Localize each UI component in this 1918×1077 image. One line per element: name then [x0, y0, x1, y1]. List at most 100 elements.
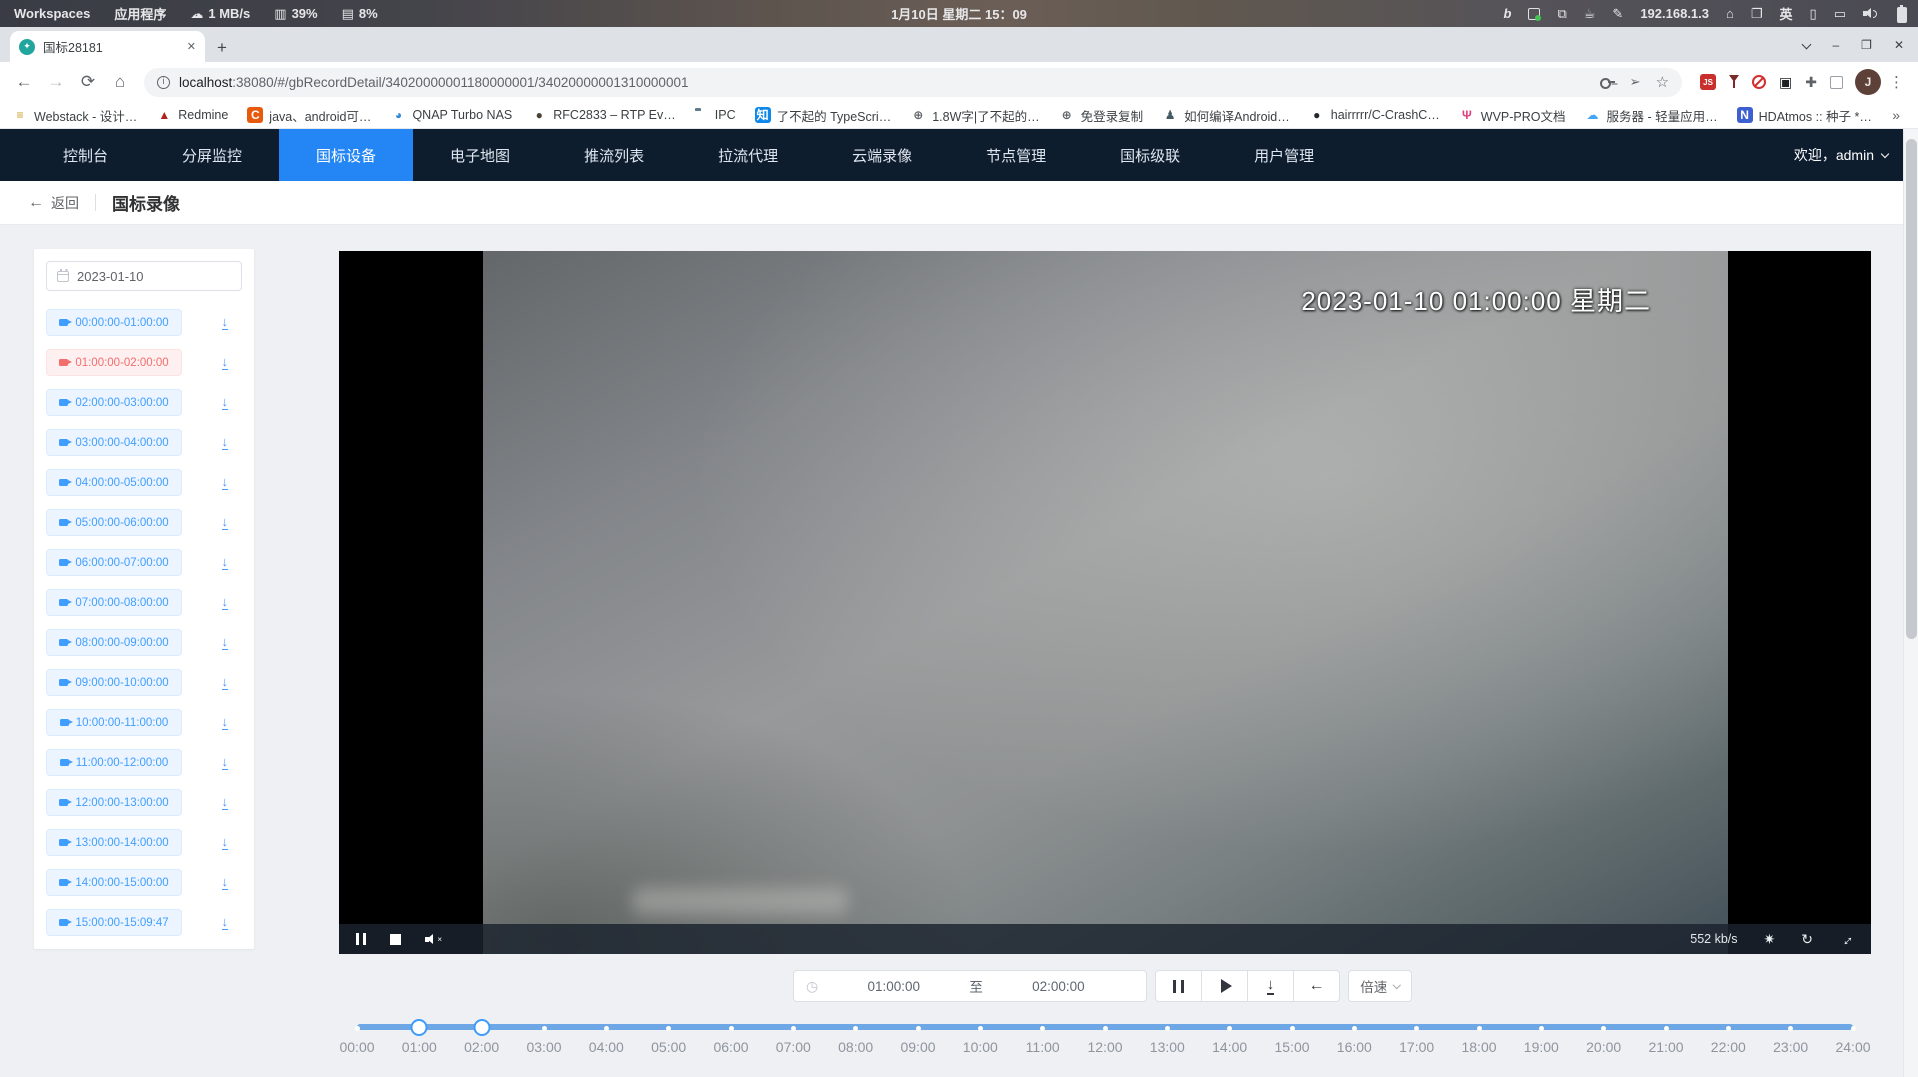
- seek-back-button[interactable]: ←: [1293, 970, 1340, 1002]
- user-welcome-menu[interactable]: 欢迎，admin: [1794, 129, 1918, 181]
- password-key-icon[interactable]: [1600, 78, 1615, 86]
- time-range-input[interactable]: ◷ 01:00:00 至 02:00:00: [793, 970, 1147, 1002]
- nav-item[interactable]: 节点管理: [949, 129, 1083, 181]
- coffee-tray-icon[interactable]: ☕: [1584, 6, 1596, 22]
- segment-download-icon[interactable]: ↓: [222, 355, 229, 370]
- video-surface[interactable]: 2023-01-10 01:00:00 星期二: [483, 251, 1728, 954]
- volume-tray-icon[interactable]: [1863, 8, 1877, 19]
- recording-segment-button[interactable]: 08:00:00-09:00:00: [46, 629, 182, 656]
- cpu-usage-indicator[interactable]: ▥ 39%: [274, 6, 317, 22]
- nav-item[interactable]: 用户管理: [1217, 129, 1351, 181]
- bookmark-item[interactable]: N HDAtmos :: 种子 *…: [1737, 106, 1872, 125]
- new-tab-button[interactable]: +: [217, 39, 227, 56]
- ip-address-indicator[interactable]: 192.168.1.3: [1640, 6, 1709, 21]
- bookmarks-overflow-chevron[interactable]: »: [1892, 107, 1906, 123]
- recording-segment-button[interactable]: 04:00:00-05:00:00: [46, 469, 182, 496]
- snapshot-shutter-icon[interactable]: ✷: [1764, 932, 1776, 946]
- display-tray-icon[interactable]: ▭: [1834, 6, 1846, 22]
- bookmark-item[interactable]: Ψ WVP-PRO文档: [1459, 106, 1566, 125]
- refresh-icon[interactable]: ↻: [1801, 932, 1813, 946]
- recording-segment-button[interactable]: 00:00:00-01:00:00: [46, 309, 182, 336]
- date-picker-input[interactable]: 2023-01-10: [46, 261, 242, 291]
- address-bar[interactable]: localhost:38080/#/gbRecordDetail/3402000…: [144, 68, 1682, 97]
- segment-download-icon[interactable]: ↓: [222, 635, 229, 650]
- nav-item[interactable]: 分屏监控: [145, 129, 279, 181]
- bookmark-item[interactable]: ▲ Redmine: [156, 107, 228, 123]
- phone-tray-icon[interactable]: ▯: [1810, 6, 1817, 22]
- download-button[interactable]: ↓: [1247, 970, 1294, 1002]
- mute-speaker-icon[interactable]: ×: [425, 934, 442, 945]
- bookmark-item[interactable]: ⊕ 1.8W字|了不起的…: [910, 106, 1039, 125]
- recording-segment-button[interactable]: 09:00:00-10:00:00: [46, 669, 182, 696]
- segment-download-icon[interactable]: ↓: [222, 835, 229, 850]
- play-button[interactable]: [1201, 970, 1248, 1002]
- segment-download-icon[interactable]: ↓: [222, 715, 229, 730]
- segment-download-icon[interactable]: ↓: [222, 555, 229, 570]
- home-button[interactable]: ⌂: [106, 68, 134, 96]
- network-speed-indicator[interactable]: ☁↓ 1 MB/s: [190, 6, 250, 22]
- playback-speed-dropdown[interactable]: 倍速: [1348, 970, 1412, 1002]
- segment-download-icon[interactable]: ↓: [222, 515, 229, 530]
- segment-download-icon[interactable]: ↓: [222, 915, 229, 930]
- recording-segment-button[interactable]: 06:00:00-07:00:00: [46, 549, 182, 576]
- js-extension-icon[interactable]: JS: [1700, 74, 1716, 90]
- range-start-time[interactable]: 01:00:00: [818, 979, 969, 994]
- bookmark-item[interactable]: ≡ Webstack - 设计…: [12, 106, 137, 125]
- back-button[interactable]: ←: [10, 68, 38, 96]
- segment-download-icon[interactable]: ↓: [222, 595, 229, 610]
- bookmark-item[interactable]: ◕ QNAP Turbo NAS: [390, 107, 512, 123]
- back-link[interactable]: ← 返回: [28, 193, 79, 213]
- light-square-extension-icon[interactable]: [1830, 76, 1843, 89]
- recording-segment-button[interactable]: 10:00:00-11:00:00: [46, 709, 182, 736]
- blocker-extension-icon[interactable]: [1752, 75, 1766, 89]
- bookmark-item[interactable]: ☁ 服务器 - 轻量应用…: [1585, 106, 1718, 125]
- bookmark-item[interactable]: ● RFC2833 – RTP Ev…: [531, 107, 676, 123]
- browser-menu-icon[interactable]: ⋮: [1885, 73, 1908, 91]
- forward-button[interactable]: →: [42, 68, 70, 96]
- segment-download-icon[interactable]: ↓: [222, 755, 229, 770]
- recording-segment-button[interactable]: 03:00:00-04:00:00: [46, 429, 182, 456]
- profile-avatar[interactable]: J: [1855, 69, 1881, 95]
- bookmark-item[interactable]: C java、android可…: [247, 106, 371, 125]
- tab-search-chevron-icon[interactable]: [1802, 40, 1812, 50]
- recording-segment-button[interactable]: 15:00:00-15:09:47: [46, 909, 182, 936]
- window-minimize-button[interactable]: –: [1832, 38, 1839, 52]
- screenshot-tray-icon[interactable]: [1528, 8, 1540, 20]
- input-language-indicator[interactable]: 英: [1780, 4, 1793, 23]
- bookmark-item[interactable]: ⊕ 免登录复制: [1059, 106, 1144, 125]
- segment-download-icon[interactable]: ↓: [222, 875, 229, 890]
- bookmark-star-icon[interactable]: ☆: [1656, 73, 1669, 91]
- stop-icon[interactable]: [390, 934, 401, 945]
- applications-menu[interactable]: 应用程序: [114, 4, 166, 23]
- fullscreen-icon[interactable]: ↔: [1836, 928, 1857, 949]
- tab-close-icon[interactable]: ✕: [187, 40, 196, 53]
- bookmark-item[interactable]: ♟ 如何编译Android…: [1162, 106, 1290, 125]
- segment-download-icon[interactable]: ↓: [222, 435, 229, 450]
- workspaces-menu[interactable]: Workspaces: [14, 6, 90, 21]
- extensions-puzzle-icon[interactable]: ✚: [1805, 74, 1817, 91]
- recording-segment-button[interactable]: 13:00:00-14:00:00: [46, 829, 182, 856]
- nav-item[interactable]: 推流列表: [547, 129, 681, 181]
- clipboard-tray-icon[interactable]: ⧉: [1557, 6, 1566, 22]
- segment-download-icon[interactable]: ↓: [222, 795, 229, 810]
- home-tray-icon[interactable]: ⌂: [1726, 6, 1734, 21]
- share-icon[interactable]: ➢: [1630, 74, 1641, 90]
- scrollbar-thumb[interactable]: [1906, 139, 1917, 639]
- range-end-time[interactable]: 02:00:00: [983, 979, 1134, 994]
- windows-tray-icon[interactable]: ❐: [1751, 6, 1763, 22]
- recording-segment-button[interactable]: 01:00:00-02:00:00: [46, 349, 182, 376]
- dark-square-extension-icon[interactable]: ▣: [1779, 74, 1792, 91]
- bing-tray-icon[interactable]: b: [1504, 6, 1512, 21]
- recording-segment-button[interactable]: 14:00:00-15:00:00: [46, 869, 182, 896]
- memory-usage-indicator[interactable]: ▤ 8%: [342, 6, 378, 22]
- recording-segment-button[interactable]: 12:00:00-13:00:00: [46, 789, 182, 816]
- nav-item[interactable]: 拉流代理: [681, 129, 815, 181]
- bookmark-item[interactable]: IPC: [695, 108, 736, 122]
- nav-item[interactable]: 云端录像: [815, 129, 949, 181]
- nav-item[interactable]: 电子地图: [413, 129, 547, 181]
- recording-segment-button[interactable]: 11:00:00-12:00:00: [46, 749, 182, 776]
- recording-segment-button[interactable]: 05:00:00-06:00:00: [46, 509, 182, 536]
- nav-item[interactable]: 国标级联: [1083, 129, 1217, 181]
- window-close-button[interactable]: ✕: [1894, 38, 1904, 52]
- reload-button[interactable]: ⟳: [74, 68, 102, 96]
